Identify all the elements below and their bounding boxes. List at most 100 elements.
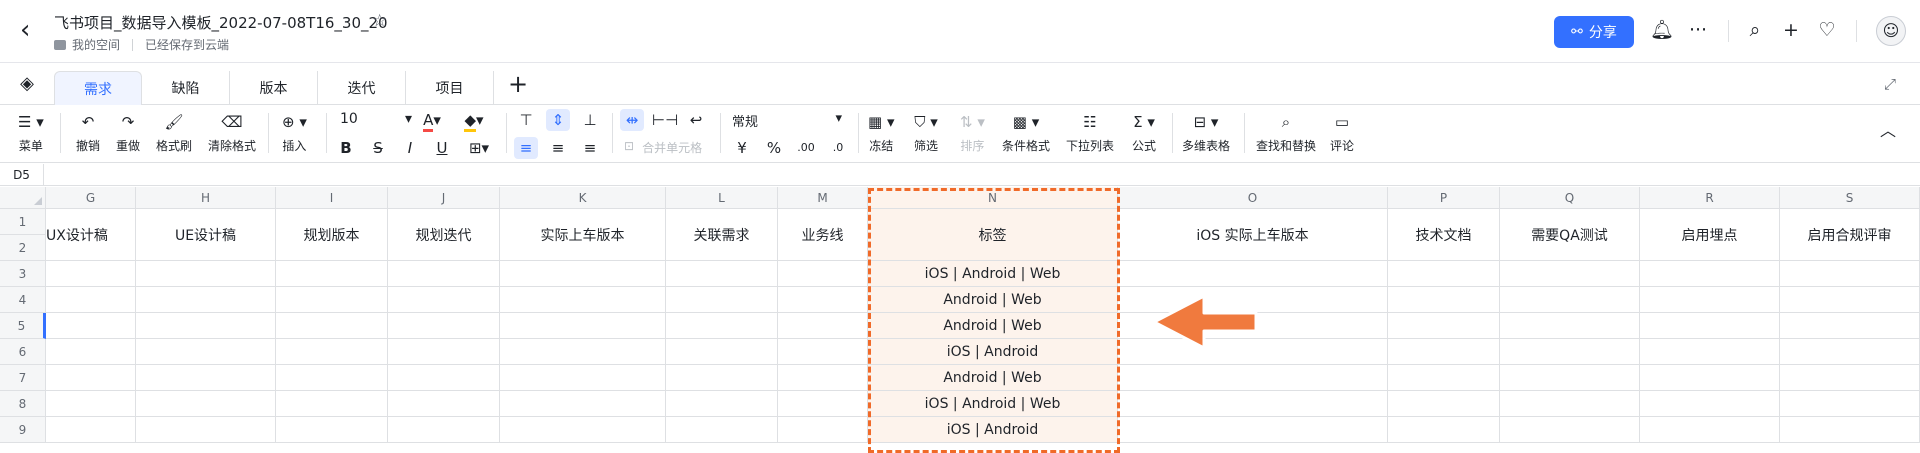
column-header-s[interactable]: S bbox=[1780, 187, 1920, 209]
format-painter-button[interactable]: 🖌︎ 格式刷 bbox=[156, 111, 192, 154]
bold-button[interactable]: B bbox=[334, 137, 358, 159]
data-cell[interactable] bbox=[276, 391, 388, 417]
data-cell[interactable] bbox=[778, 365, 868, 391]
data-cell[interactable] bbox=[1780, 313, 1920, 339]
data-cell[interactable] bbox=[1780, 261, 1920, 287]
data-cell[interactable] bbox=[666, 391, 778, 417]
data-cell[interactable] bbox=[1640, 287, 1780, 313]
add-sheet-button[interactable]: + bbox=[504, 72, 532, 97]
data-cell[interactable] bbox=[276, 287, 388, 313]
data-cell[interactable] bbox=[666, 261, 778, 287]
redo-button[interactable]: ↷ 重做 bbox=[116, 111, 140, 154]
plus-icon[interactable]: + bbox=[1779, 18, 1803, 42]
increase-decimal-button[interactable]: .00 bbox=[794, 137, 818, 159]
tab-projects[interactable]: 项目 bbox=[406, 71, 494, 105]
clip-text-button[interactable]: ⊢⊣ bbox=[652, 109, 678, 131]
header-cell[interactable]: 实际上车版本 bbox=[500, 209, 666, 261]
data-cell[interactable] bbox=[388, 417, 500, 443]
tab-defects[interactable]: 缺陷 bbox=[142, 71, 230, 105]
find-replace-button[interactable]: ⌕ 查找和替换 bbox=[1256, 111, 1316, 154]
row-header-1[interactable]: 1 bbox=[0, 209, 46, 235]
column-header-h[interactable]: H bbox=[136, 187, 276, 209]
data-cell[interactable] bbox=[136, 391, 276, 417]
select-all-corner[interactable] bbox=[0, 187, 46, 209]
multidim-table-button[interactable]: ⊟ ▾ 多维表格 bbox=[1182, 111, 1230, 154]
tag-cell[interactable]: Android | Web bbox=[868, 313, 1118, 339]
bell-icon[interactable]: 🔔︎ bbox=[1650, 18, 1674, 42]
data-cell[interactable] bbox=[1500, 261, 1640, 287]
data-cell[interactable] bbox=[1640, 261, 1780, 287]
data-cell[interactable] bbox=[1500, 391, 1640, 417]
row-header-5[interactable]: 5 bbox=[0, 313, 46, 339]
star-icon[interactable]: ☆ bbox=[372, 11, 387, 31]
data-cell[interactable] bbox=[46, 339, 136, 365]
data-cell[interactable] bbox=[1388, 365, 1500, 391]
data-cell[interactable] bbox=[276, 261, 388, 287]
data-cell[interactable] bbox=[1388, 391, 1500, 417]
column-header-n[interactable]: N bbox=[868, 187, 1118, 209]
data-cell[interactable] bbox=[1388, 261, 1500, 287]
cell-reference[interactable]: D5 bbox=[0, 164, 44, 186]
data-cell[interactable] bbox=[276, 417, 388, 443]
data-cell[interactable] bbox=[1388, 287, 1500, 313]
data-cell[interactable] bbox=[46, 391, 136, 417]
fill-color-button[interactable]: ◆▾ bbox=[462, 109, 486, 132]
wrap-text-button[interactable]: ↩ bbox=[684, 109, 708, 131]
data-cell[interactable] bbox=[1500, 417, 1640, 443]
tag-cell[interactable]: iOS | Android bbox=[868, 339, 1118, 365]
data-cell[interactable] bbox=[388, 261, 500, 287]
column-header-l[interactable]: L bbox=[666, 187, 778, 209]
column-header-j[interactable]: J bbox=[388, 187, 500, 209]
header-cell[interactable]: 启用埋点 bbox=[1640, 209, 1780, 261]
data-cell[interactable] bbox=[136, 417, 276, 443]
data-cell[interactable] bbox=[46, 261, 136, 287]
row-header-9[interactable]: 9 bbox=[0, 417, 46, 443]
column-header-m[interactable]: M bbox=[778, 187, 868, 209]
data-cell[interactable] bbox=[500, 261, 666, 287]
comment-button[interactable]: ▭ 评论 bbox=[1330, 111, 1354, 154]
data-cell[interactable] bbox=[1640, 391, 1780, 417]
data-cell[interactable] bbox=[666, 287, 778, 313]
data-cell[interactable] bbox=[1388, 313, 1500, 339]
data-cell[interactable] bbox=[1500, 287, 1640, 313]
header-cell[interactable]: 业务线 bbox=[778, 209, 868, 261]
data-cell[interactable] bbox=[1640, 417, 1780, 443]
data-cell[interactable] bbox=[46, 287, 136, 313]
column-header-g[interactable]: G bbox=[46, 187, 136, 209]
align-top-button[interactable]: ⊤ bbox=[514, 109, 538, 131]
data-cell[interactable] bbox=[1388, 417, 1500, 443]
header-cell[interactable]: 规划迭代 bbox=[388, 209, 500, 261]
tag-cell[interactable]: Android | Web bbox=[868, 365, 1118, 391]
fullscreen-icon[interactable]: ⤢ bbox=[1880, 75, 1900, 95]
filter-button[interactable]: ⛉ ▾ 筛选 bbox=[914, 111, 938, 154]
data-cell[interactable] bbox=[46, 417, 136, 443]
more-icon[interactable]: ··· bbox=[1686, 18, 1710, 42]
data-cell[interactable] bbox=[46, 313, 136, 339]
data-cell[interactable] bbox=[136, 261, 276, 287]
data-cell[interactable] bbox=[1118, 365, 1388, 391]
data-cell[interactable] bbox=[1640, 313, 1780, 339]
align-middle-button[interactable]: ⇕ bbox=[546, 109, 570, 131]
align-bottom-button[interactable]: ⊥ bbox=[578, 109, 602, 131]
header-cell[interactable]: UE设计稿 bbox=[136, 209, 276, 261]
insert-button[interactable]: ⊕ ▾ 插入 bbox=[282, 111, 307, 154]
data-cell[interactable] bbox=[500, 339, 666, 365]
data-cell[interactable] bbox=[46, 365, 136, 391]
breadcrumb-space[interactable]: 我的空间 bbox=[72, 36, 120, 53]
tag-cell[interactable]: Android | Web bbox=[868, 287, 1118, 313]
share-button[interactable]: ⚯ 分享 bbox=[1554, 16, 1634, 48]
percent-button[interactable]: % bbox=[762, 137, 786, 159]
row-header-8[interactable]: 8 bbox=[0, 391, 46, 417]
data-cell[interactable] bbox=[778, 391, 868, 417]
tab-iterations[interactable]: 迭代 bbox=[318, 71, 406, 105]
align-left-button[interactable]: ≡ bbox=[514, 137, 538, 159]
data-cell[interactable] bbox=[500, 391, 666, 417]
data-cell[interactable] bbox=[136, 339, 276, 365]
header-cell[interactable]: UX设计稿 bbox=[46, 209, 136, 261]
number-format-select[interactable]: 常规 ▾ bbox=[732, 111, 842, 130]
header-cell[interactable]: 关联需求 bbox=[666, 209, 778, 261]
data-cell[interactable] bbox=[1640, 339, 1780, 365]
font-size-select[interactable]: 10 ▾ bbox=[340, 111, 412, 127]
tag-cell[interactable]: iOS | Android | Web bbox=[868, 391, 1118, 417]
currency-button[interactable]: ¥ bbox=[730, 137, 754, 159]
